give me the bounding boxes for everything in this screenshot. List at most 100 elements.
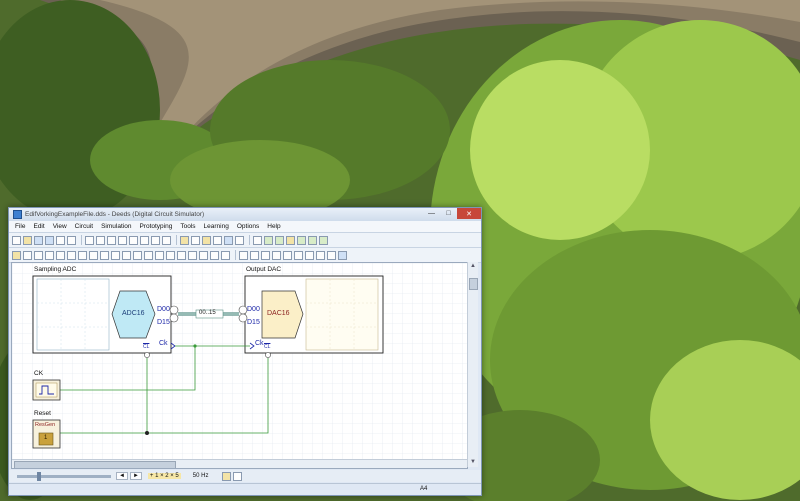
main-toolbar	[9, 233, 481, 248]
menu-simulation[interactable]: Simulation	[97, 223, 135, 230]
save-as-icon[interactable]	[45, 235, 54, 245]
step-forward-button[interactable]: ►	[129, 472, 142, 480]
vertical-scrollbar[interactable]: ▲ ▼	[467, 262, 478, 467]
timing-diagram-icon[interactable]	[253, 235, 262, 245]
save-icon[interactable]	[34, 235, 43, 245]
window-title: EdifVorkingExampleFile.dds - Deeds (Digi…	[25, 211, 205, 218]
cut-icon[interactable]	[85, 235, 94, 245]
menu-file[interactable]: File	[11, 223, 29, 230]
board-icon[interactable]	[275, 235, 284, 245]
flipflop-d-icon[interactable]	[239, 250, 248, 260]
new-file-icon[interactable]	[12, 235, 21, 245]
flipflop-jk-icon[interactable]	[250, 250, 259, 260]
adder-icon[interactable]	[283, 250, 292, 260]
rom-icon[interactable]	[305, 250, 314, 260]
nand-gate-icon[interactable]	[144, 250, 153, 260]
not-gate-icon[interactable]	[122, 250, 131, 260]
counter-icon[interactable]	[272, 250, 281, 260]
processor-icon[interactable]	[308, 235, 317, 245]
xnor-gate-icon[interactable]	[188, 250, 197, 260]
window-titlebar[interactable]: EdifVorkingExampleFile.dds - Deeds (Digi…	[9, 208, 481, 221]
vertical-scroll-thumb[interactable]	[469, 278, 478, 290]
display-icon[interactable]	[56, 250, 65, 260]
zoom-fit-icon[interactable]	[151, 235, 160, 245]
wire-junction	[193, 344, 197, 348]
component-tool-icon[interactable]	[213, 235, 222, 245]
horizontal-scroll-thumb[interactable]	[14, 461, 176, 468]
step-back-button[interactable]: ◄	[116, 472, 128, 480]
font-size-icon[interactable]	[233, 471, 243, 481]
speed-multipliers[interactable]: + 1 × 2 × 5	[147, 473, 181, 479]
menu-edit[interactable]: Edit	[29, 223, 48, 230]
menu-circuit[interactable]: Circuit	[71, 223, 97, 230]
adc-pin-cl: CL	[143, 344, 150, 350]
or-gate-icon[interactable]	[155, 250, 164, 260]
zoom-in-icon[interactable]	[129, 235, 138, 245]
ram-icon[interactable]	[316, 250, 325, 260]
hand-tool-icon[interactable]	[162, 235, 171, 245]
circuit-canvas[interactable]: Sampling ADC ADC16 D00 D15 Ck CL 00..15 …	[11, 262, 468, 469]
output-led-icon[interactable]	[23, 250, 32, 260]
memory-icon[interactable]	[297, 235, 306, 245]
maximize-button[interactable]: □	[440, 208, 457, 219]
run-simulation-icon[interactable]	[224, 235, 233, 245]
and-gate-icon[interactable]	[133, 250, 142, 260]
microcomputer-icon[interactable]	[319, 235, 328, 245]
output-dac-title: Output DAC	[246, 266, 282, 273]
menu-view[interactable]: View	[49, 223, 71, 230]
comparator-icon[interactable]	[294, 250, 303, 260]
deeds-main-window: EdifVorkingExampleFile.dds - Deeds (Digi…	[8, 207, 482, 496]
block-icon[interactable]	[338, 250, 347, 260]
undo-icon[interactable]	[67, 235, 76, 245]
paste-icon[interactable]	[107, 235, 116, 245]
wire-tool-icon[interactable]	[191, 235, 200, 245]
scroll-up-icon[interactable]: ▲	[468, 262, 478, 271]
bus-icon[interactable]	[67, 250, 76, 260]
tristate-icon[interactable]	[199, 250, 208, 260]
xor-gate-icon[interactable]	[177, 250, 186, 260]
horizontal-scrollbar[interactable]	[12, 459, 467, 468]
chip-icon[interactable]	[286, 235, 295, 245]
zoom-out-icon[interactable]	[140, 235, 149, 245]
close-button[interactable]: ✕	[457, 208, 481, 219]
clock-generator[interactable]	[32, 379, 61, 401]
copy-icon[interactable]	[96, 235, 105, 245]
clock-frequency[interactable]: 50 Hz	[193, 473, 209, 479]
minimize-button[interactable]: —	[423, 208, 440, 219]
label-tool-icon[interactable]	[202, 235, 211, 245]
stop-simulation-icon[interactable]	[235, 235, 244, 245]
vcc-icon[interactable]	[100, 250, 109, 260]
delete-icon[interactable]	[118, 235, 127, 245]
status-bar: A4	[9, 483, 481, 495]
print-icon[interactable]	[56, 235, 65, 245]
menu-help[interactable]: Help	[263, 223, 284, 230]
zoom-slider[interactable]	[17, 471, 111, 481]
input-switch-icon[interactable]	[12, 250, 21, 260]
select-tool-icon[interactable]	[180, 235, 189, 245]
menu-prototyping[interactable]: Prototyping	[135, 223, 176, 230]
paper-size: A4	[420, 486, 428, 492]
fsm-icon[interactable]	[327, 250, 336, 260]
scroll-down-icon[interactable]: ▼	[468, 458, 478, 467]
nor-gate-icon[interactable]	[166, 250, 175, 260]
toolbar-separator	[176, 235, 177, 245]
menu-tools[interactable]: Tools	[176, 223, 199, 230]
dac-pin-ck: Ck	[255, 340, 264, 347]
mux-icon[interactable]	[210, 250, 219, 260]
register-icon[interactable]	[261, 250, 270, 260]
simulation-bar: ◄ ► + 1 × 2 × 5 50 Hz	[9, 470, 481, 482]
buffer-gate-icon[interactable]	[111, 250, 120, 260]
zoom-slider-thumb[interactable]	[37, 471, 41, 481]
dac-pin-cl: CL	[264, 344, 271, 350]
menu-learning[interactable]: Learning	[200, 223, 233, 230]
speed-settings-icon[interactable]	[222, 471, 232, 481]
splitter-icon[interactable]	[78, 250, 87, 260]
menu-options[interactable]: Options	[233, 223, 263, 230]
keyboard-icon[interactable]	[45, 250, 54, 260]
sampling-adc-block[interactable]	[32, 275, 179, 358]
clock-generator-icon[interactable]	[34, 250, 43, 260]
open-folder-icon[interactable]	[23, 235, 32, 245]
ground-icon[interactable]	[89, 250, 98, 260]
decoder-icon[interactable]	[221, 250, 230, 260]
fpga-icon[interactable]	[264, 235, 273, 245]
